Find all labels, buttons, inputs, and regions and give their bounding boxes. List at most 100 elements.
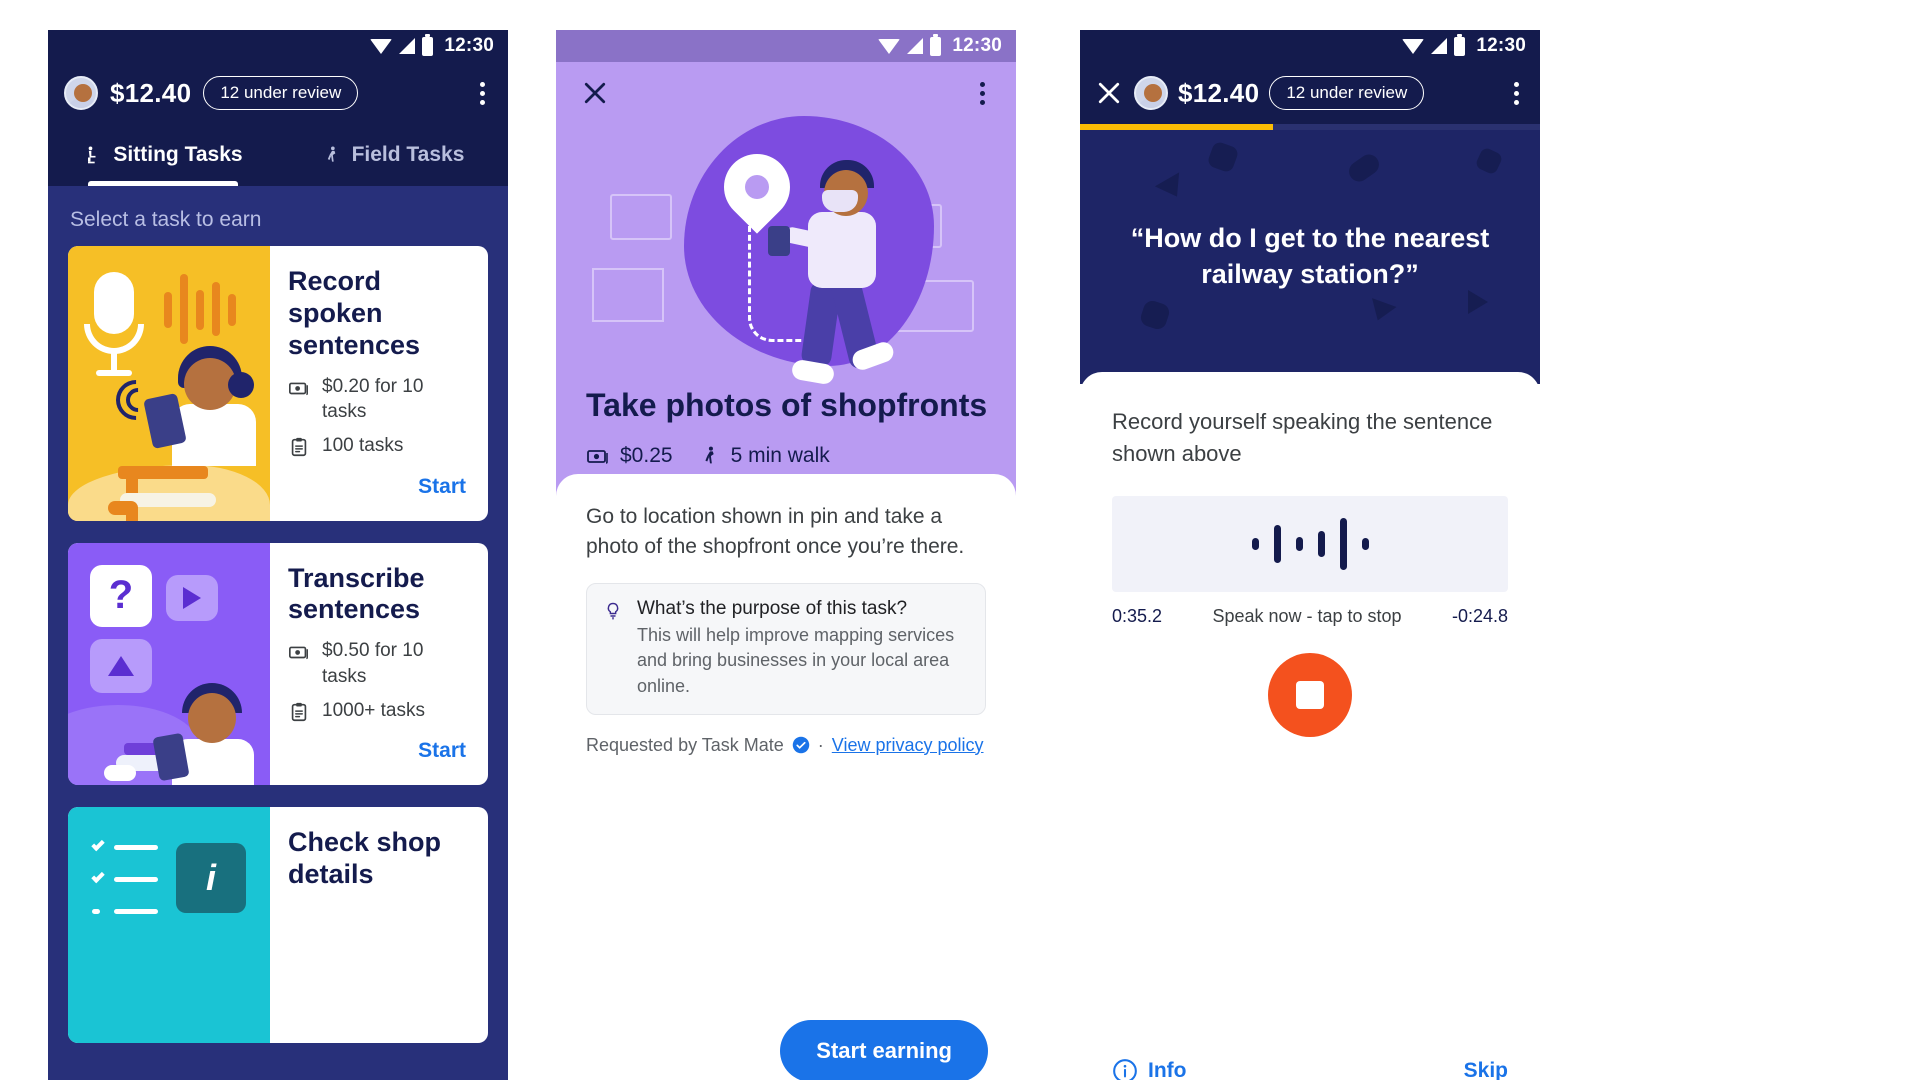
microphone-woman-illustration <box>68 246 270 521</box>
phone-screen-task-list: 12:30 $12.40 12 under review Sitting Tas… <box>48 30 508 1080</box>
info-button[interactable]: Info <box>1112 1058 1186 1080</box>
tab-sitting-tasks[interactable]: Sitting Tasks <box>48 124 278 186</box>
task-card-count: 100 tasks <box>322 434 404 456</box>
decor-shape <box>1206 140 1240 174</box>
task-card-info: Transcribe sentences $0.50 for 10 tasks <box>270 543 488 786</box>
task-detail-title: Take photos of shopfronts <box>586 387 988 423</box>
recording-footer: Info Skip <box>1080 1058 1540 1080</box>
task-card[interactable]: i Check shop details <box>68 807 488 1044</box>
requested-by-row: Requested by Task Mate · View privacy po… <box>586 735 986 756</box>
purpose-answer: This will help improve mapping services … <box>637 624 955 696</box>
task-card-title: Record spoken sentences <box>288 266 421 360</box>
clipboard-icon <box>291 702 307 721</box>
task-detail-meta: $0.25 5 min walk <box>586 444 830 468</box>
status-bar: 12:30 <box>556 30 1016 62</box>
checklist-info-illustration: i <box>68 807 270 1044</box>
stop-recording-button[interactable] <box>1268 652 1352 737</box>
task-detail-pay: $0.25 <box>620 444 673 467</box>
battery-icon <box>1454 33 1466 56</box>
task-card-count-row: 1000+ tasks <box>288 698 470 724</box>
task-tabs: Sitting Tasks Field Tasks <box>48 124 508 186</box>
clipboard-icon <box>291 437 307 456</box>
balance-amount: $12.40 <box>110 77 192 108</box>
overflow-menu-icon[interactable] <box>1506 76 1526 111</box>
audio-waveform <box>1112 495 1508 592</box>
avatar[interactable] <box>1134 76 1168 110</box>
decor-shape <box>1468 290 1488 314</box>
pay-meta: $0.25 <box>586 444 673 468</box>
money-icon <box>289 382 308 395</box>
wifi-icon <box>1402 38 1425 54</box>
sitting-person-icon <box>88 146 96 164</box>
status-bar: 12:30 <box>48 30 508 62</box>
elapsed-time: 0:35.2 <box>1112 605 1163 626</box>
task-card-pay: $0.50 for 10 tasks <box>322 640 424 687</box>
recording-instruction: Record yourself speaking the sentence sh… <box>1112 409 1493 466</box>
task-card-pay: $0.20 for 10 tasks <box>322 375 424 423</box>
walking-person-icon <box>327 146 335 162</box>
status-bar-clock: 12:30 <box>952 35 1002 56</box>
signal-icon <box>399 38 416 54</box>
avatar[interactable] <box>64 76 98 110</box>
decor-shape <box>1365 298 1397 325</box>
wifi-icon <box>878 38 901 54</box>
battery-icon <box>930 33 942 56</box>
tab-field-tasks[interactable]: Field Tasks <box>278 124 508 186</box>
under-review-chip[interactable]: 12 under review <box>203 76 359 110</box>
phone-screen-task-detail: 12:30 Take photos of shopfronts $0.25 5 … <box>556 30 1016 1080</box>
app-bar: $12.40 12 under review <box>1080 62 1540 124</box>
tab-sitting-tasks-label: Sitting Tasks <box>113 143 243 166</box>
task-card-start-button[interactable]: Start <box>414 467 470 507</box>
task-detail-walk: 5 min walk <box>730 444 830 467</box>
overflow-menu-icon[interactable] <box>472 76 492 111</box>
battery-icon <box>422 33 434 56</box>
target-sentence: “How do I get to the nearest railway sta… <box>1130 223 1490 289</box>
money-icon <box>289 646 308 660</box>
purpose-text-block: What’s the purpose of this task? This wi… <box>637 598 969 700</box>
info-label: Info <box>1148 1059 1187 1080</box>
overflow-menu-icon[interactable] <box>972 76 992 111</box>
status-bar-clock: 12:30 <box>444 35 494 56</box>
remaining-time: -0:24.8 <box>1451 605 1508 626</box>
skip-button[interactable]: Skip <box>1464 1059 1508 1080</box>
question-media-man-illustration: ? <box>68 542 270 786</box>
status-bar-clock: 12:30 <box>1476 35 1526 56</box>
privacy-policy-link[interactable]: View privacy policy <box>832 735 984 756</box>
walk-meta: 5 min walk <box>699 444 830 468</box>
recording-sheet: Record yourself speaking the sentence sh… <box>1080 372 1540 1080</box>
start-earning-button[interactable]: Start earning <box>780 1020 988 1080</box>
close-icon[interactable] <box>1094 78 1124 108</box>
task-card[interactable]: Record spoken sentences $0.20 for 10 tas… <box>68 246 488 521</box>
task-card-title: Check shop details <box>288 827 442 889</box>
task-card-title: Transcribe sentences <box>288 562 425 625</box>
task-card-info: Record spoken sentences $0.20 for 10 tas… <box>270 246 488 521</box>
sentence-panel: “How do I get to the nearest railway sta… <box>1080 130 1540 384</box>
balance-amount: $12.40 <box>1178 77 1260 108</box>
house-outline-icon <box>592 268 664 322</box>
task-card-start-button[interactable]: Start <box>414 731 470 771</box>
decor-shape <box>1154 172 1190 204</box>
separator-dot: · <box>817 734 824 755</box>
task-card[interactable]: ? Transcribe sentences $0.50 for 10 task… <box>68 542 488 786</box>
task-detail-hero: Take photos of shopfronts $0.25 5 min wa… <box>556 62 1016 502</box>
status-bar: 12:30 <box>1080 30 1540 62</box>
purpose-question: What’s the purpose of this task? <box>637 597 908 619</box>
close-icon[interactable] <box>580 78 610 108</box>
info-icon <box>1113 1059 1137 1080</box>
tab-field-tasks-label: Field Tasks <box>351 143 465 166</box>
decor-shape <box>1345 150 1383 186</box>
task-detail-sheet: Go to location shown in pin and take a p… <box>556 474 1016 1080</box>
task-card-count-row: 100 tasks <box>288 433 470 459</box>
task-card-pay-row: $0.50 for 10 tasks <box>288 638 470 689</box>
task-list-body[interactable]: Select a task to earn Record spoken sent… <box>48 186 508 1080</box>
money-icon <box>587 450 608 464</box>
signal-icon <box>1431 38 1448 54</box>
requested-by-label: Requested by Task Mate <box>586 734 784 755</box>
task-detail-description: Go to location shown in pin and take a p… <box>586 505 965 559</box>
under-review-chip[interactable]: 12 under review <box>1269 76 1425 110</box>
purpose-info-box[interactable]: What’s the purpose of this task? This wi… <box>586 582 986 715</box>
task-card-count: 1000+ tasks <box>322 699 425 721</box>
wifi-icon <box>370 38 393 54</box>
hero-top-bar <box>576 62 996 124</box>
recording-timer-row: 0:35.2 Speak now - tap to stop -0:24.8 <box>1112 606 1508 627</box>
